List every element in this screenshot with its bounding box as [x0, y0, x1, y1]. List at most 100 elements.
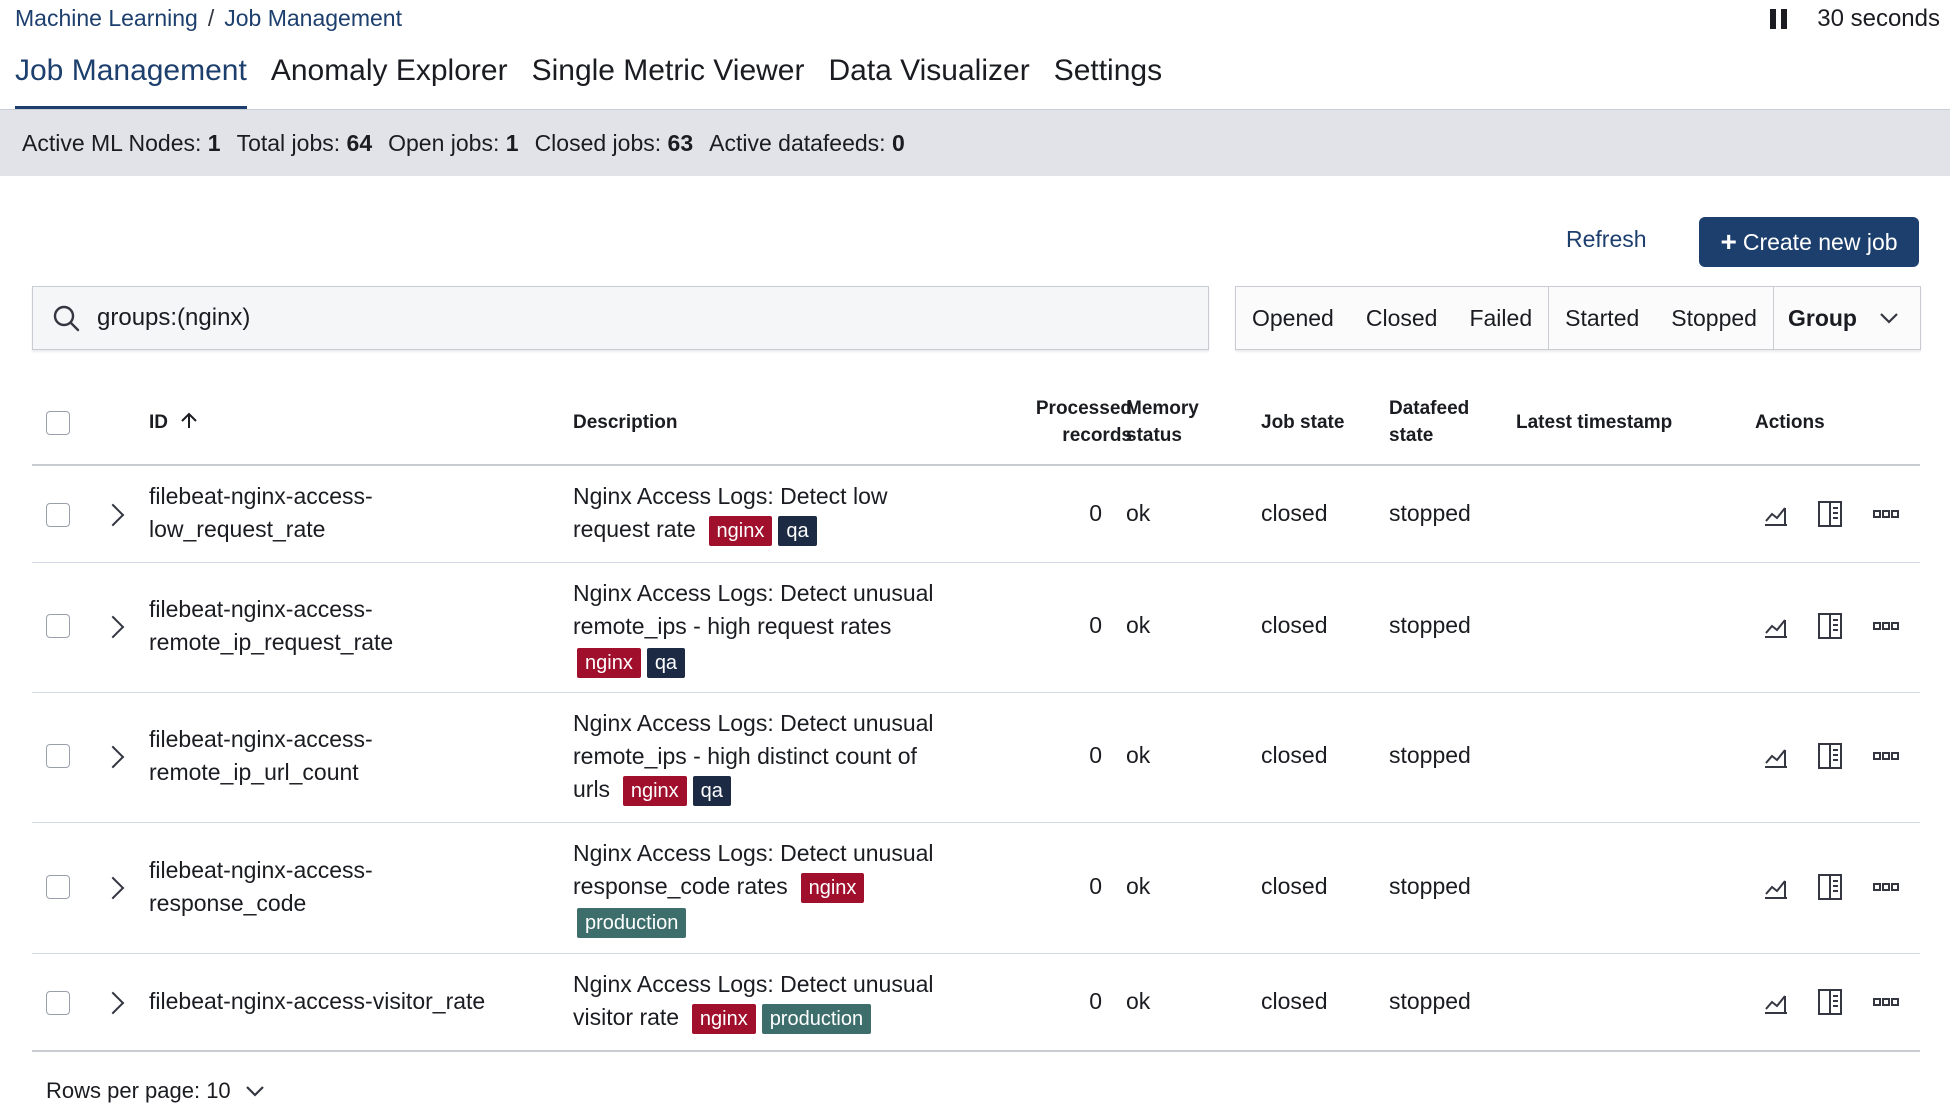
- header-datafeed-state[interactable]: Datafeed state: [1389, 395, 1469, 449]
- search-bar: [32, 286, 1209, 350]
- stat-total-jobs: Total jobs: 64: [236, 129, 373, 156]
- tab-job-management[interactable]: Job Management: [15, 50, 247, 110]
- tab-settings[interactable]: Settings: [1054, 50, 1162, 110]
- chart-icon[interactable]: [1762, 742, 1790, 770]
- chart-icon[interactable]: [1762, 988, 1790, 1016]
- rows-per-page[interactable]: Rows per page: 10: [46, 1078, 265, 1104]
- more-icon[interactable]: [1872, 873, 1900, 901]
- table-icon[interactable]: [1816, 500, 1844, 528]
- search-icon: [53, 305, 80, 332]
- header-id[interactable]: ID: [149, 409, 199, 436]
- table-row: filebeat-nginx-access-visitor_rate Nginx…: [32, 954, 1920, 1052]
- header-memory-status[interactable]: Memory status: [1126, 395, 1199, 449]
- table-icon[interactable]: [1816, 742, 1844, 770]
- row-checkbox[interactable]: [46, 614, 70, 638]
- memory-status: ok: [1126, 612, 1151, 638]
- table-icon[interactable]: [1816, 873, 1844, 901]
- filter-group-dropdown[interactable]: Group: [1774, 305, 1913, 332]
- refresh-interval[interactable]: 30 seconds: [1770, 5, 1940, 33]
- row-checkbox[interactable]: [46, 875, 70, 899]
- job-state: closed: [1261, 988, 1328, 1014]
- header-job-state[interactable]: Job state: [1261, 409, 1344, 436]
- refresh-interval-label: 30 seconds: [1817, 5, 1940, 32]
- badge-nginx[interactable]: nginx: [622, 776, 687, 806]
- table-icon[interactable]: [1816, 612, 1844, 640]
- job-id[interactable]: filebeat-nginx-access-low_request_rate: [149, 480, 373, 546]
- job-id[interactable]: filebeat-nginx-access-remote_ip_url_coun…: [149, 723, 373, 789]
- stat-active-ml-nodes: Active ML Nodes: 1: [22, 129, 221, 156]
- plus-icon: +: [1720, 226, 1737, 257]
- filter-closed[interactable]: Closed: [1350, 305, 1454, 332]
- stats-bar: Active ML Nodes: 1 Total jobs: 64 Open j…: [0, 110, 1950, 176]
- refresh-button[interactable]: Refresh: [1566, 226, 1647, 253]
- processed-records: 0: [1089, 742, 1102, 768]
- badge-nginx[interactable]: nginx: [708, 516, 773, 546]
- badge-qa[interactable]: qa: [778, 516, 817, 546]
- chevron-down-icon: [245, 1086, 264, 1097]
- create-new-job-button[interactable]: + Create new job: [1699, 217, 1919, 267]
- processed-records: 0: [1089, 988, 1102, 1014]
- header-latest-timestamp[interactable]: Latest timestamp: [1516, 409, 1672, 436]
- badge-qa[interactable]: qa: [692, 776, 731, 806]
- search-input[interactable]: [95, 303, 1099, 333]
- datafeed-state: stopped: [1389, 873, 1471, 899]
- datafeed-state: stopped: [1389, 500, 1471, 526]
- create-new-job-label: Create new job: [1742, 228, 1898, 255]
- table-icon[interactable]: [1816, 988, 1844, 1016]
- tabs: Job Management Anomaly Explorer Single M…: [0, 50, 1171, 110]
- job-id[interactable]: filebeat-nginx-access-visitor_rate: [149, 985, 485, 1018]
- datafeed-state: stopped: [1389, 988, 1471, 1014]
- breadcrumb-ml[interactable]: Machine Learning: [15, 5, 198, 31]
- chart-icon[interactable]: [1762, 612, 1790, 640]
- pause-icon[interactable]: [1770, 9, 1788, 29]
- badge-nginx[interactable]: nginx: [800, 873, 865, 903]
- chart-icon[interactable]: [1762, 873, 1790, 901]
- stat-open-jobs: Open jobs: 1: [388, 129, 519, 156]
- badge-nginx[interactable]: nginx: [691, 1004, 756, 1034]
- chart-icon[interactable]: [1762, 500, 1790, 528]
- filter-failed[interactable]: Failed: [1453, 305, 1548, 332]
- filter-opened[interactable]: Opened: [1236, 305, 1350, 332]
- row-checkbox[interactable]: [46, 503, 70, 527]
- breadcrumb-job-management[interactable]: Job Management: [224, 5, 402, 31]
- badge-production[interactable]: production: [577, 908, 687, 938]
- chevron-right-icon[interactable]: [101, 876, 125, 900]
- badge-production[interactable]: production: [761, 1004, 872, 1034]
- chevron-down-icon: [1880, 313, 1898, 324]
- tab-anomaly-explorer[interactable]: Anomaly Explorer: [271, 50, 508, 110]
- row-checkbox[interactable]: [46, 991, 70, 1015]
- more-icon[interactable]: [1872, 742, 1900, 770]
- chevron-right-icon[interactable]: [101, 745, 125, 769]
- select-all-checkbox[interactable]: [46, 411, 70, 435]
- breadcrumb: Machine Learning / Job Management: [15, 5, 402, 32]
- job-id[interactable]: filebeat-nginx-access-remote_ip_request_…: [149, 593, 393, 659]
- memory-status: ok: [1126, 500, 1151, 526]
- chevron-right-icon[interactable]: [101, 991, 125, 1015]
- jobs-table: ID Description Processed records Memory st…: [32, 380, 1920, 1052]
- badge-qa[interactable]: qa: [646, 648, 686, 678]
- header-description[interactable]: Description: [573, 409, 678, 436]
- table-row: filebeat-nginx-access-response_code Ngin…: [32, 823, 1920, 954]
- chevron-right-icon[interactable]: [101, 503, 125, 527]
- job-description: Nginx Access Logs: Detect unusual remote…: [573, 577, 973, 678]
- memory-status: ok: [1126, 988, 1151, 1014]
- job-state: closed: [1261, 612, 1328, 638]
- header-actions: Actions: [1755, 412, 1825, 433]
- row-checkbox[interactable]: [46, 744, 70, 768]
- tab-single-metric-viewer[interactable]: Single Metric Viewer: [532, 50, 805, 110]
- rows-per-page-label: Rows per page: 10: [46, 1078, 231, 1103]
- more-icon[interactable]: [1872, 612, 1900, 640]
- more-icon[interactable]: [1872, 500, 1900, 528]
- datafeed-state: stopped: [1389, 612, 1471, 638]
- filter-started[interactable]: Started: [1549, 305, 1655, 332]
- job-id[interactable]: filebeat-nginx-access-response_code: [149, 854, 373, 920]
- filter-group: Opened Closed Failed Started Stopped Gro…: [1235, 286, 1921, 350]
- tab-data-visualizer[interactable]: Data Visualizer: [828, 50, 1029, 110]
- badge-nginx[interactable]: nginx: [577, 648, 641, 678]
- header-processed-records[interactable]: Processed records: [982, 395, 1132, 449]
- memory-status: ok: [1126, 742, 1151, 768]
- breadcrumb-separator: /: [207, 5, 215, 31]
- filter-stopped[interactable]: Stopped: [1655, 305, 1773, 332]
- chevron-right-icon[interactable]: [101, 615, 125, 639]
- more-icon[interactable]: [1872, 988, 1900, 1016]
